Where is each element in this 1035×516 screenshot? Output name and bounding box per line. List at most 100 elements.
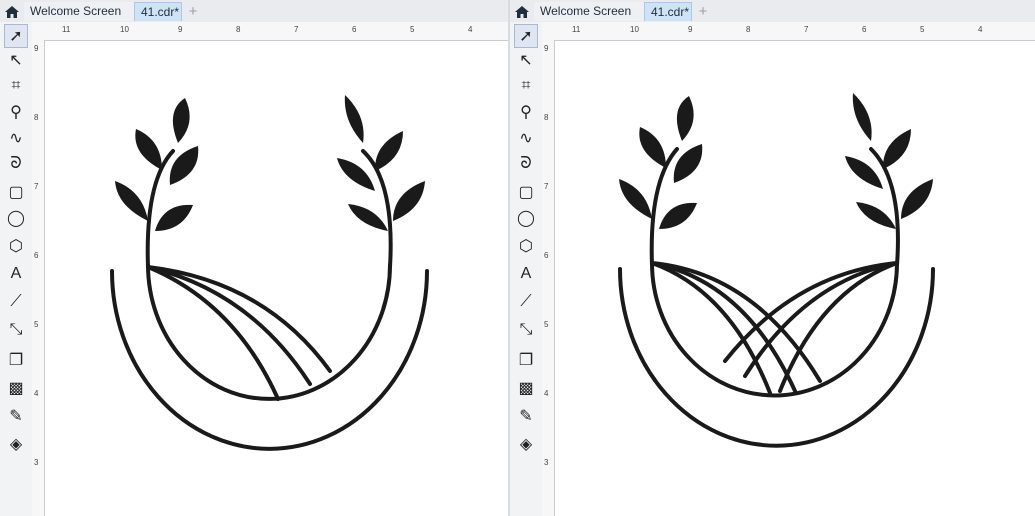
ruler-tick-label: 9 [544,44,549,53]
leaf [619,179,652,219]
tab-document[interactable]: 41.cdr* [134,2,182,21]
leaf [901,179,933,219]
field-line-3 [146,265,280,401]
leaf [852,93,872,141]
transparency-icon[interactable]: ▩ [514,376,538,400]
drop-shadow-icon[interactable]: ❐ [514,348,538,372]
crop-tool-icon[interactable]: ⌗ [514,74,538,98]
window-left: Welcome Screen 41.cdr* + ➚ ↖ ⌗ ⚲ ∿ ᘐ ▢ ◯ ⬡ A ⟋ ⤡ ❐ ▩ ✎… [0,0,508,516]
shape-tool-icon[interactable]: ↖ [514,48,538,72]
leaf [135,129,162,170]
ruler-tick-label: 5 [544,320,549,329]
ruler-tick-label: 4 [34,389,39,398]
rectangle-tool-icon[interactable]: ▢ [4,180,28,204]
tab-document[interactable]: 41.cdr* [644,2,692,21]
leaf [676,96,694,141]
ruler-tick-label: 4 [468,25,473,34]
ruler-tick-label: 11 [572,25,581,34]
ruler-tick-label: 7 [804,25,809,34]
home-tab[interactable] [510,2,534,21]
artistic-media-icon[interactable]: ᘐ [514,152,538,176]
transparency-icon[interactable]: ▩ [4,376,28,400]
leaf [845,156,883,189]
freehand-tool-icon[interactable]: ∿ [4,126,28,150]
connector-tool-icon[interactable]: ⤡ [4,318,28,342]
ruler-tick-label: 10 [120,25,129,34]
leaf [639,127,666,168]
parallel-dimension-icon[interactable]: ⟋ [4,290,28,314]
leaf [393,181,425,221]
text-tool-icon[interactable]: A [4,262,28,286]
new-tab-button[interactable]: + [184,2,202,21]
leaf [348,204,388,231]
window-right: Welcome Screen 41.cdr* + ➚ ↖ ⌗ ⚲ ∿ ᘐ ▢ ◯ ⬡ A ⟋ ⤡ ❐ ▩ ✎… [510,0,1035,516]
ellipse-tool-icon[interactable]: ◯ [514,206,538,230]
outer-arc [110,269,429,451]
shape-tool-icon[interactable]: ↖ [4,48,28,72]
home-icon [515,6,529,18]
ruler-tick-label: 9 [34,44,39,53]
leaf [659,202,697,229]
ruler-tick-label: 3 [544,458,549,467]
eyedropper-icon[interactable]: ✎ [514,404,538,428]
ruler-tick-label: 4 [544,389,549,398]
leaf [856,202,896,229]
ruler-tick-label: 7 [544,182,549,191]
tab-bar: Welcome Screen 41.cdr* + [0,0,508,23]
leaf [344,95,364,143]
ruler-tick-label: 11 [62,25,71,34]
ellipse-tool-icon[interactable]: ◯ [4,206,28,230]
drawing-canvas[interactable] [555,41,1035,516]
logo-drawing[interactable] [45,41,508,516]
horizontal-ruler[interactable]: 11 10 9 8 7 6 5 4 [32,22,508,41]
ruler-tick-label: 5 [34,320,39,329]
vertical-ruler[interactable]: 9 8 7 6 5 4 3 [542,40,555,516]
logo-drawing[interactable] [555,41,1035,516]
horizontal-ruler[interactable]: 11 10 9 8 7 6 5 4 [542,22,1035,41]
zoom-tool-icon[interactable]: ⚲ [514,100,538,124]
ruler-tick-label: 8 [746,25,751,34]
ruler-tick-label: 8 [544,113,549,122]
pick-tool-icon[interactable]: ➚ [514,24,538,48]
ruler-tick-label: 6 [544,251,549,260]
leaf [172,98,190,143]
home-tab[interactable] [0,2,24,21]
drop-shadow-icon[interactable]: ❐ [4,348,28,372]
text-tool-icon[interactable]: A [514,262,538,286]
ruler-tick-label: 5 [920,25,925,34]
crop-tool-icon[interactable]: ⌗ [4,74,28,98]
tab-welcome-screen[interactable]: Welcome Screen [534,2,644,21]
toolbox: ➚ ↖ ⌗ ⚲ ∿ ᘐ ▢ ◯ ⬡ A ⟋ ⤡ ❐ ▩ ✎ ◈ [0,22,33,516]
parallel-dimension-icon[interactable]: ⟋ [514,290,538,314]
freehand-tool-icon[interactable]: ∿ [514,126,538,150]
ruler-tick-label: 9 [688,25,693,34]
polygon-tool-icon[interactable]: ⬡ [514,234,538,258]
field-line-1 [650,261,822,383]
ruler-tick-label: 7 [34,182,39,191]
tab-welcome-screen[interactable]: Welcome Screen [24,2,134,21]
polygon-tool-icon[interactable]: ⬡ [4,234,28,258]
drawing-canvas[interactable] [45,41,508,516]
interactive-fill-icon[interactable]: ◈ [514,432,538,456]
tab-bar: Welcome Screen 41.cdr* + [510,0,1035,23]
zoom-tool-icon[interactable]: ⚲ [4,100,28,124]
toolbox: ➚ ↖ ⌗ ⚲ ∿ ᘐ ▢ ◯ ⬡ A ⟋ ⤡ ❐ ▩ ✎ ◈ [510,22,543,516]
ruler-tick-label: 8 [236,25,241,34]
pick-tool-icon[interactable]: ➚ [4,24,28,48]
ruler-tick-label: 6 [352,25,357,34]
eyedropper-icon[interactable]: ✎ [4,404,28,428]
ruler-tick-label: 5 [410,25,415,34]
ruler-tick-label: 4 [978,25,983,34]
rectangle-tool-icon[interactable]: ▢ [514,180,538,204]
ruler-tick-label: 9 [178,25,183,34]
new-tab-button[interactable]: + [694,2,712,21]
ruler-tick-label: 7 [294,25,299,34]
ruler-tick-label: 8 [34,113,39,122]
connector-tool-icon[interactable]: ⤡ [514,318,538,342]
interactive-fill-icon[interactable]: ◈ [4,432,28,456]
artistic-media-icon[interactable]: ᘐ [4,152,28,176]
leaf [155,204,193,231]
vertical-ruler[interactable]: 9 8 7 6 5 4 3 [32,40,45,516]
home-icon [5,6,19,18]
leaf [374,131,403,171]
